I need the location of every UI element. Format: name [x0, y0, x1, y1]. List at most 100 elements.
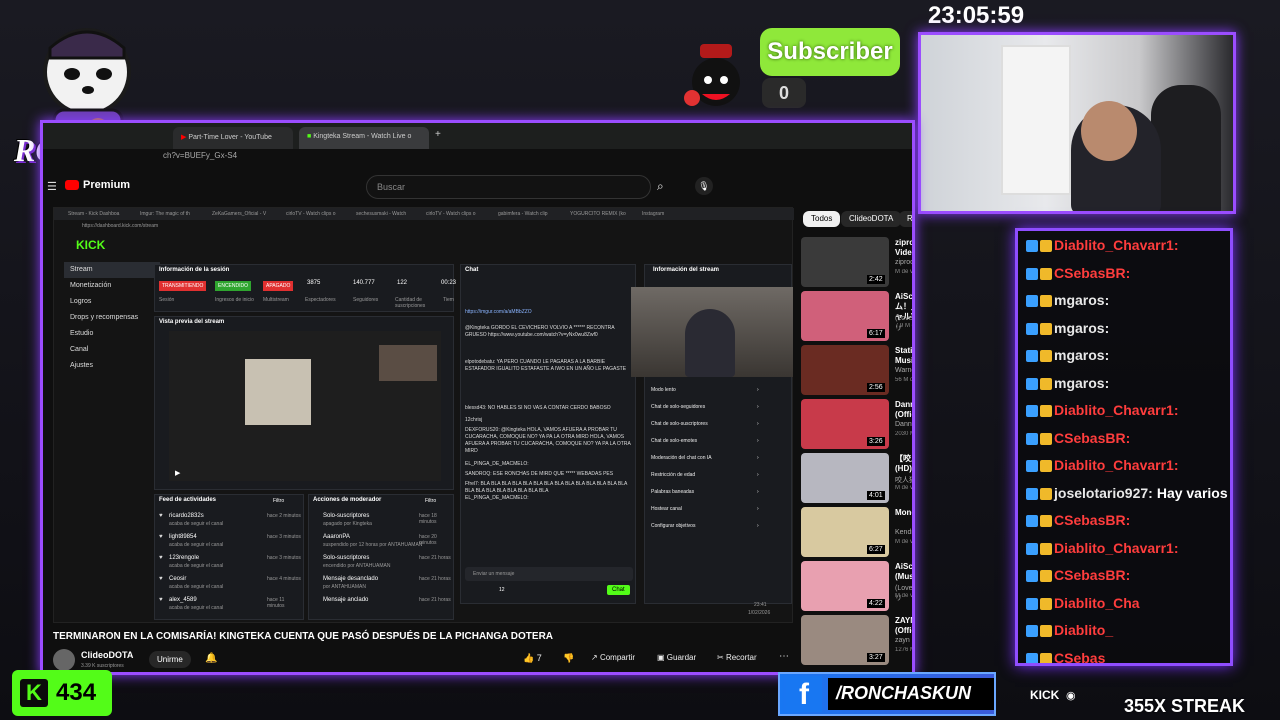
feed-filter[interactable]: Filtro: [273, 498, 284, 504]
heart-icon: ♥: [159, 597, 163, 603]
recommended-video[interactable]: 3:26 Danny Ocean - Me Rehúso (Official Au…: [801, 399, 912, 451]
video-channel[interactable]: Warner Records Vault: [895, 367, 912, 374]
inner-address-bar[interactable]: https://dashboard.kick.com/stream: [82, 223, 158, 229]
chip-todos[interactable]: Todos: [803, 211, 841, 227]
recommended-video[interactable]: 2:56 Static-X - The Only (Official Music …: [801, 345, 912, 397]
stream-setting[interactable]: Palabras baneadas: [651, 489, 694, 495]
inner-tab[interactable]: YOGURCITO REMIX (ko: [570, 211, 626, 217]
mod-filter[interactable]: Filtro: [425, 498, 436, 504]
join-button[interactable]: Unirme: [149, 651, 191, 668]
share-button[interactable]: ↗ Compartir: [591, 653, 635, 662]
stream-setting[interactable]: Moderación del chat con IA: [651, 455, 712, 461]
inner-tab[interactable]: cirloTV - Watch clips o: [426, 211, 476, 217]
video-channel[interactable]: zayn: [895, 637, 912, 644]
stream-setting[interactable]: Chat de solo-suscriptores: [651, 421, 708, 427]
chat-message: elpotodebatu: YA PERO CUANDO LE PAGARAS …: [465, 359, 627, 372]
tab-youtube[interactable]: ▶ Part-Time Lover - YouTube: [173, 127, 293, 149]
stream-setting[interactable]: Chat de solo-emotes: [651, 438, 697, 444]
chat-line: Diablito_Chavarr1:: [1026, 540, 1182, 562]
video-title[interactable]: AiScReam - Ai♡SCREAM! (Music Video): [895, 562, 912, 582]
heart-icon: ♥: [159, 513, 163, 519]
preview-webcam: [379, 345, 437, 381]
inner-tab[interactable]: Instagram: [642, 211, 664, 217]
sidebar-item-ajustes[interactable]: Ajustes: [64, 358, 160, 374]
chevron-right-icon[interactable]: ›: [757, 455, 759, 461]
video-title[interactable]: Danny Ocean - Me Rehúso (Official Audio): [895, 400, 912, 420]
menu-icon[interactable]: ☰: [47, 180, 57, 193]
dislike-icon[interactable]: 👎: [563, 653, 574, 664]
chevron-right-icon[interactable]: ›: [757, 387, 759, 393]
stream-setting[interactable]: Modo lento: [651, 387, 676, 393]
recommended-video[interactable]: 6:17AiScReam「愛♡スクリ～ム！」TOPPING LIVE スペシャル…: [801, 291, 912, 343]
share-label: Compartir: [599, 653, 636, 662]
search-icon[interactable]: ⌕: [657, 179, 664, 194]
video-channel[interactable]: ziproom: [895, 259, 912, 266]
sidebar-item-canal[interactable]: Canal: [64, 342, 160, 358]
channel-avatar[interactable]: [53, 649, 75, 671]
chevron-right-icon[interactable]: ›: [757, 472, 759, 478]
preview-video[interactable]: ▶: [169, 331, 441, 481]
sidebar-item-monetizacion[interactable]: Monetización: [64, 278, 160, 294]
chat-input-placeholder: Enviar un mensaje: [473, 571, 515, 577]
sidebar-item-drops[interactable]: Drops y recompensas: [64, 310, 160, 326]
channel-name[interactable]: ClideoDOTA: [81, 650, 133, 660]
video-title[interactable]: Static-X - The Only (Official Music Vide…: [895, 346, 912, 366]
crown-icon: [1040, 542, 1052, 555]
stream-setting[interactable]: Restricción de edad: [651, 472, 695, 478]
inner-tab[interactable]: cirloTV - Watch clips o: [286, 211, 336, 217]
chevron-right-icon[interactable]: ›: [757, 404, 759, 410]
video-title[interactable]: ZAYN - PILLOWTALK (Official Video): [895, 616, 912, 636]
crown-icon: [1040, 322, 1052, 335]
chevron-right-icon[interactable]: ›: [757, 506, 759, 512]
inner-tab[interactable]: ZeKaGamers_Oficial - V: [212, 211, 266, 217]
youtube-premium-logo[interactable]: Premium: [83, 179, 130, 191]
youtube-search-input[interactable]: Buscar: [366, 175, 651, 199]
microphone-icon[interactable]: 🎙: [695, 177, 713, 195]
recommended-video[interactable]: 6:27 Money Trees Kendrick Lamar M de visual…: [801, 507, 912, 559]
sidebar-item-logros[interactable]: Logros: [64, 294, 160, 310]
video-title[interactable]: 【咬人猫x咬人猫】 被逗恋爱 (HD)【Yaorenmao Channel】: [895, 454, 912, 474]
stream-setting[interactable]: Chat de solo-seguidores: [651, 404, 705, 410]
youtube-logo-icon[interactable]: [65, 180, 79, 190]
stream-setting[interactable]: Hostear canal: [651, 506, 682, 512]
video-channel[interactable]: 咬人猫Yaorenmao: [895, 475, 912, 485]
sidebar-item-estudio[interactable]: Estudio: [64, 326, 160, 342]
like-button[interactable]: 👍 7: [523, 653, 542, 664]
video-channel[interactable]: Kendrick Lamar: [895, 529, 912, 536]
video-channel[interactable]: Danny Ocean: [895, 421, 912, 428]
inner-tab[interactable]: Imgur: The magic of th: [140, 211, 190, 217]
chat-message: EL_PINGA_DE_MACMELO:: [465, 461, 529, 467]
kick-sidebar: Stream Monetización Logros Drops y recom…: [64, 262, 160, 592]
inner-tab[interactable]: Stream - Kick Dashboa: [68, 211, 119, 217]
chat-pinned-link[interactable]: https://imgur.com/a/aMBbZZO: [465, 309, 532, 315]
recommended-video[interactable]: 4:01 【咬人猫x咬人猫】 被逗恋爱 (HD)【Yaorenmao Channe…: [801, 453, 912, 505]
chevron-right-icon[interactable]: ›: [757, 438, 759, 444]
tab-kick[interactable]: ■ Kingteka Stream - Watch Live o: [299, 127, 429, 149]
new-tab-button[interactable]: +: [435, 129, 441, 140]
chip-clideodota[interactable]: ClideoDOTA: [841, 211, 902, 227]
video-title[interactable]: ziproom - Dive (Official Video): [895, 238, 912, 258]
inner-tab[interactable]: gabimfera - Watch clip: [498, 211, 548, 217]
address-bar[interactable]: ch?v=BUEFy_Gx-S4: [163, 151, 912, 165]
chevron-right-icon[interactable]: ›: [757, 523, 759, 529]
sidebar-item-stream[interactable]: Stream: [64, 262, 160, 278]
inner-tab[interactable]: sechesusmaki - Watch: [356, 211, 406, 217]
badge-icon: [1026, 240, 1038, 253]
recommended-video[interactable]: 2:42 ziproom - Dive (Official Video)zipro…: [801, 237, 912, 289]
save-button[interactable]: ▣ Guardar: [657, 653, 696, 662]
play-icon[interactable]: ▶: [175, 469, 180, 477]
youtube-header: ☰ Premium Buscar ⌕ 🎙: [43, 171, 912, 211]
bell-icon[interactable]: 🔔: [205, 653, 217, 664]
stream-setting[interactable]: Configurar objetivos: [651, 523, 695, 529]
kick-logo[interactable]: KICK: [76, 238, 105, 252]
more-options-icon[interactable]: ⋯: [779, 651, 789, 662]
video-title[interactable]: Money Trees: [895, 508, 912, 518]
chat-input[interactable]: Enviar un mensaje: [465, 567, 633, 581]
clip-button[interactable]: ✂ Recortar: [717, 653, 757, 662]
chip-relacionado[interactable]: Relacionado: [899, 211, 912, 227]
recommended-video[interactable]: 3:27 ZAYN - PILLOWTALK (Official Video)za…: [801, 615, 912, 667]
chevron-right-icon[interactable]: ›: [757, 421, 759, 427]
recommended-video[interactable]: 4:22AiScReam - Ai♡SCREAM! (Music Video)(…: [801, 561, 912, 613]
chat-send-button[interactable]: Chat: [607, 585, 630, 595]
chevron-right-icon[interactable]: ›: [757, 489, 759, 495]
